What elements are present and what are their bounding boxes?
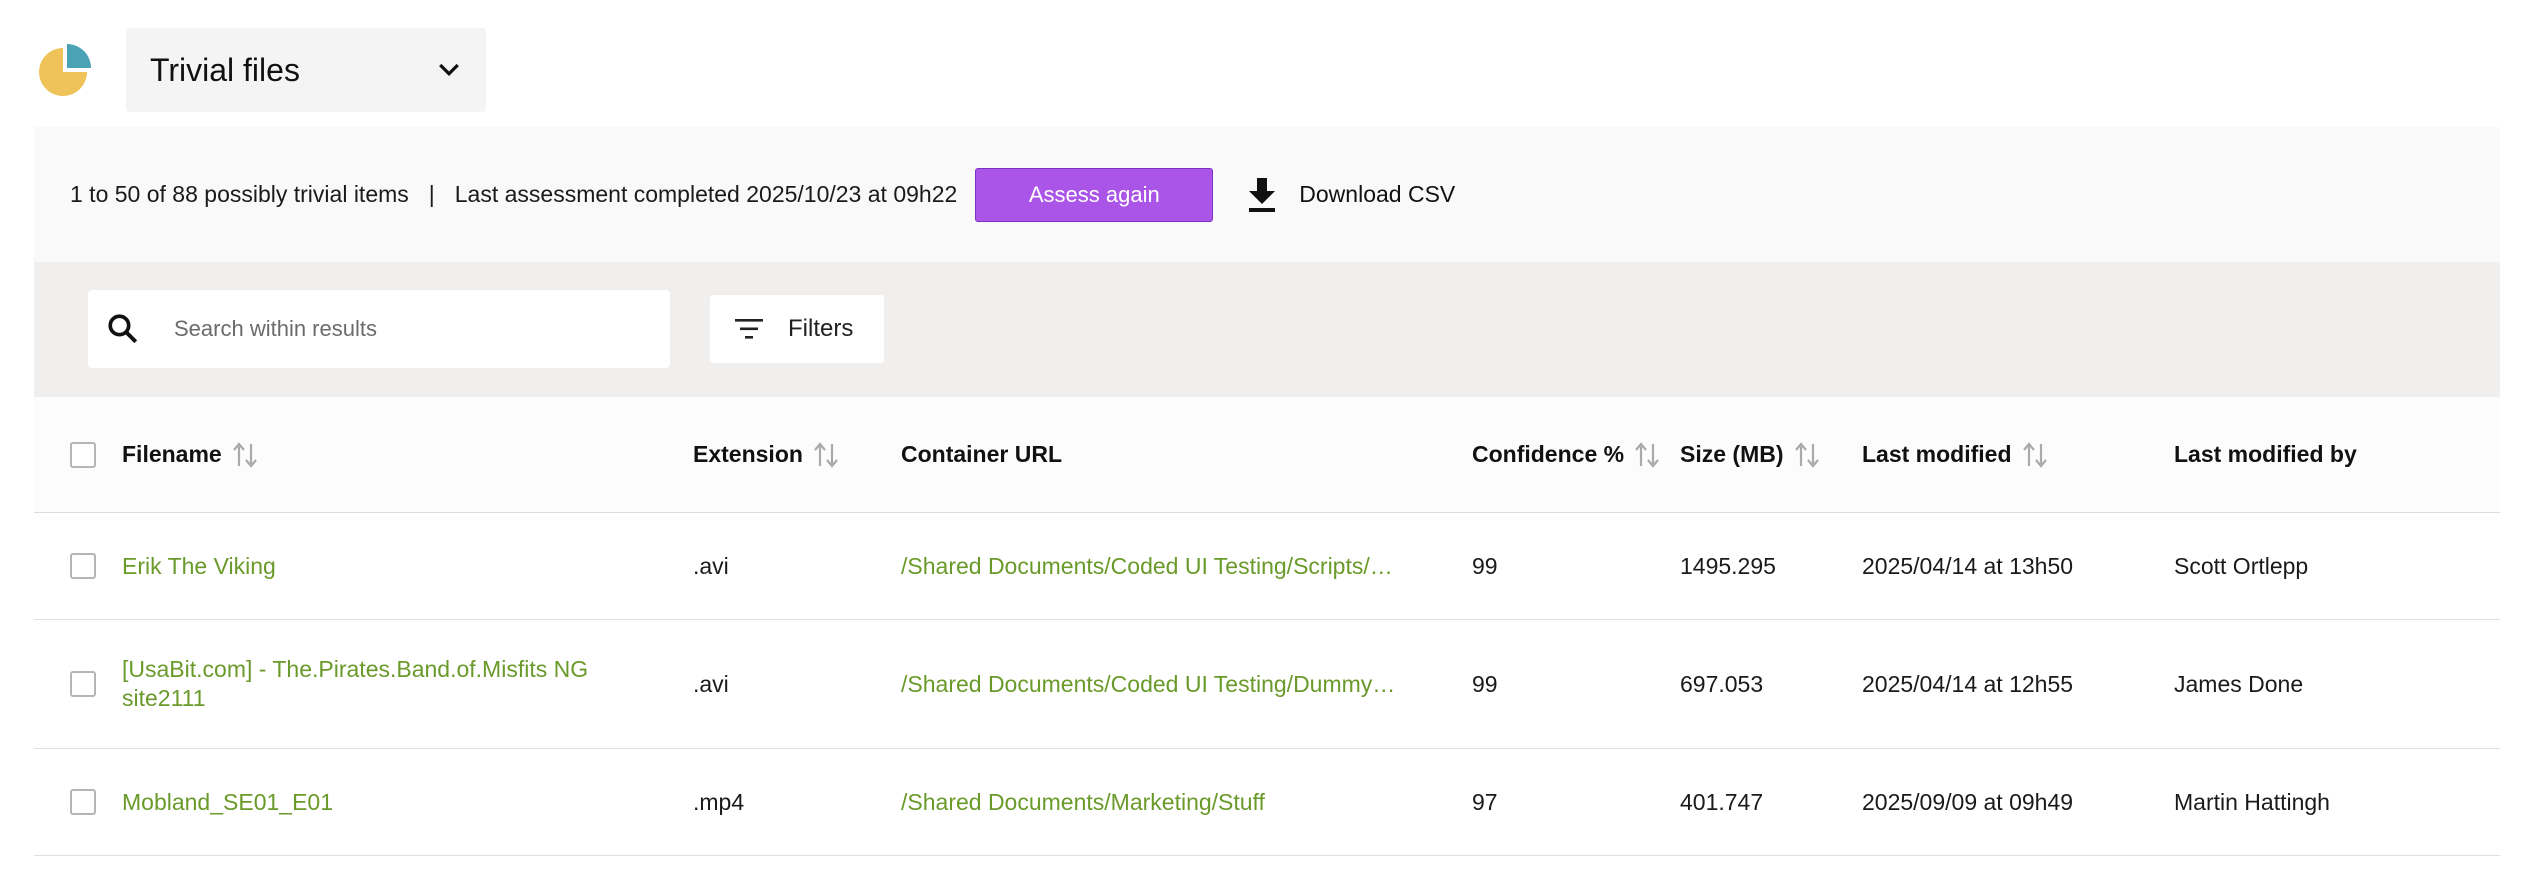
sort-icon[interactable] [1632,440,1662,470]
filename-cell: Mobland_SE01_E01 [122,749,642,855]
assess-again-button[interactable]: Assess again [975,167,1214,222]
view-selector-dropdown[interactable]: Trivial files [126,28,486,112]
container-url-cell: /Shared Documents/Coded UI Testing/Dummy… [901,620,1401,748]
last-modified-by-cell: James Done [2174,670,2304,697]
search-box [88,290,670,368]
last-modified-cell: 2025/09/09 at 09h49 [1862,788,2074,815]
last-modified-cell: 2025/04/14 at 13h50 [1862,552,2074,579]
last-assessment-text: Last assessment completed 2025/10/23 at … [454,181,958,207]
sort-icon[interactable] [1792,440,1822,470]
confidence-cell: 99 [1472,552,1498,579]
table-header: Filename Extension Container URL Confide… [34,397,2500,513]
container-url-link[interactable]: /Shared Documents/Marketing/Stuff [901,789,1265,816]
filter-bar: Filters [34,262,2500,397]
filename-link[interactable]: Erik The Viking [122,552,276,581]
last-modified-by-cell: Martin Hattingh [2174,788,2330,815]
header-extension[interactable]: Extension [693,397,841,512]
container-url-link[interactable]: /Shared Documents/Coded UI Testing/Dummy… [901,671,1396,698]
search-input[interactable] [172,315,656,343]
summary-separator: | [428,181,435,207]
extension-cell: .avi [693,670,729,697]
filter-icon [735,319,763,339]
row-checkbox[interactable] [70,553,96,579]
row-checkbox-cell [70,513,96,619]
last-modified-by-cell: Scott Ortlepp [2174,552,2309,579]
filename-cell: Erik The Viking [122,513,642,619]
header-filename[interactable]: Filename [122,397,642,512]
container-url-link[interactable]: /Shared Documents/Coded UI Testing/Scrip… [901,553,1393,580]
sort-icon[interactable] [2020,440,2050,470]
header-container-url-label: Container URL [901,441,1062,467]
download-csv-button[interactable]: Download CSV [1245,176,1455,214]
summary-bar: 1 to 50 of 88 possibly trivial items | L… [34,127,2500,262]
header-confidence-label: Confidence % [1472,441,1625,467]
size-cell: 401.747 [1680,788,1764,815]
header-size-label: Size (MB) [1680,441,1784,467]
row-checkbox[interactable] [70,789,96,815]
container-url-cell: /Shared Documents/Coded UI Testing/Scrip… [901,513,1401,619]
container-url-cell: /Shared Documents/Marketing/Stuff [901,749,1401,855]
filters-label: Filters [788,315,854,342]
header-last-modified-label: Last modified [1862,441,2012,467]
extension-cell: .mp4 [693,788,745,815]
header-last-modified-by-label: Last modified by [2174,441,2357,467]
header-size[interactable]: Size (MB) [1680,397,1822,512]
confidence-cell: 97 [1472,788,1498,815]
filters-button[interactable]: Filters [710,295,884,363]
search-icon [108,314,138,344]
row-checkbox-cell [70,749,96,855]
results-table: Filename Extension Container URL Confide… [34,397,2500,856]
header-last-modified[interactable]: Last modified [1862,397,2050,512]
header-extension-label: Extension [693,441,803,467]
extension-cell: .avi [693,552,729,579]
size-cell: 697.053 [1680,670,1764,697]
filename-link[interactable]: Mobland_SE01_E01 [122,788,333,817]
sort-icon[interactable] [230,440,260,470]
filename-cell: [UsaBit.com] - The.Pirates.Band.of.Misfi… [122,620,642,748]
confidence-cell: 99 [1472,670,1498,697]
filename-link[interactable]: [UsaBit.com] - The.Pirates.Band.of.Misfi… [122,655,642,713]
select-all-checkbox[interactable] [70,441,96,468]
chevron-down-icon [439,63,459,77]
table-row: [UsaBit.com] - The.Pirates.Band.of.Misfi… [34,620,2500,749]
header-last-modified-by: Last modified by [2174,397,2357,512]
row-checkbox-cell [70,620,96,748]
pie-chart-logo-icon [39,44,91,96]
results-count: 1 to 50 of 88 possibly trivial items [70,181,409,207]
download-csv-label: Download CSV [1299,181,1456,207]
sort-icon[interactable] [811,440,841,470]
header: Trivial files [0,0,2531,126]
size-cell: 1495.295 [1680,552,1776,579]
select-all-cell [70,397,96,512]
header-filename-label: Filename [122,441,222,467]
table-row: Erik The Viking .avi /Shared Documents/C… [34,513,2500,620]
header-container-url: Container URL [901,397,1401,512]
view-selector-label: Trivial files [150,51,300,88]
download-icon [1249,177,1276,212]
table-row: Mobland_SE01_E01 .mp4 /Shared Documents/… [34,749,2500,856]
row-checkbox[interactable] [70,671,96,697]
last-modified-cell: 2025/04/14 at 12h55 [1862,670,2074,697]
header-confidence[interactable]: Confidence % [1472,397,1662,512]
